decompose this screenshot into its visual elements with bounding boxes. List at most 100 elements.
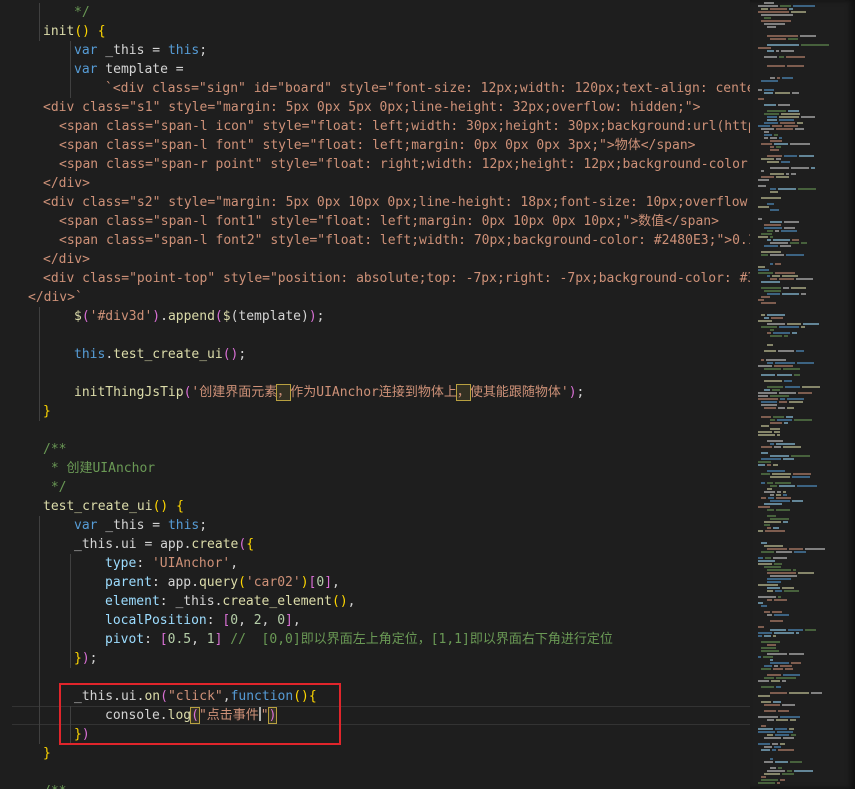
minimap-line <box>794 419 812 421</box>
code-line[interactable]: <div class="point-top" style="position: … <box>43 269 750 288</box>
minimap-line <box>775 590 782 592</box>
code-line[interactable]: </div> <box>43 174 90 193</box>
code-token: 'UIAnchor' <box>151 556 231 571</box>
code-token: ; <box>316 309 325 324</box>
code-line[interactable]: <span class="span-l font1" style="float:… <box>59 212 719 231</box>
minimap-line <box>776 719 788 721</box>
minimap-line <box>767 527 771 529</box>
code-token: initThingJsTip <box>74 385 184 400</box>
code-token: test_create_ui <box>113 347 223 362</box>
minimap-line <box>770 140 782 142</box>
minimap-line <box>761 197 781 199</box>
minimap-line <box>758 656 761 658</box>
code-line[interactable]: <span class="span-l font" style="float: … <box>59 136 695 155</box>
code-line[interactable]: `<div class="sign" id="board" style="fon… <box>105 79 750 98</box>
code-line[interactable]: } <box>43 402 51 421</box>
minimap-line <box>766 359 786 361</box>
minimap-line <box>764 290 781 292</box>
minimap-line <box>770 575 797 577</box>
minimap-line <box>784 380 792 382</box>
minimap-line <box>779 119 794 121</box>
minimap-line <box>767 674 781 676</box>
code-line[interactable]: var template = <box>74 60 184 79</box>
code-line[interactable]: * 创建UIAnchor <box>43 459 155 478</box>
code-line[interactable]: var _this = this; <box>74 41 207 60</box>
minimap-line <box>770 395 789 397</box>
code-line[interactable]: element: _this.create_element(), <box>105 592 355 611</box>
code-line[interactable]: </div> <box>43 250 90 269</box>
code-token: { <box>176 499 184 514</box>
minimap-line <box>758 557 763 559</box>
code-line[interactable]: $('#div3d').append($(template)); <box>74 307 325 326</box>
minimap-line <box>774 365 793 367</box>
minimap-line <box>767 509 774 511</box>
code-token: parent <box>105 575 152 590</box>
code-line[interactable]: } <box>43 744 51 763</box>
minimap-line <box>770 518 789 520</box>
minimap-line <box>770 173 784 175</box>
minimap-line <box>772 743 778 745</box>
code-token: ; <box>238 347 247 362</box>
code-line[interactable]: }); <box>74 649 97 668</box>
code-line[interactable]: initThingJsTip('创建界面元素，作为UIAnchor连接到物体上，… <box>74 383 584 402</box>
minimap-line <box>770 146 774 148</box>
code-line[interactable]: <span class="span-r point" style="float:… <box>59 155 750 174</box>
minimap-line <box>764 380 782 382</box>
minimap-line <box>767 293 780 295</box>
code-line[interactable]: /** <box>43 440 66 459</box>
minimap-line <box>758 206 769 208</box>
code-line[interactable]: <div class="s1" style="margin: 5px 0px 5… <box>43 98 700 117</box>
code-line[interactable]: _this.ui = app.create({ <box>74 535 254 554</box>
code-line[interactable]: <span class="span-l font2" style="float:… <box>59 231 750 250</box>
minimap-line <box>778 104 790 106</box>
code-line[interactable]: var _this = this; <box>74 516 207 535</box>
code-line[interactable]: pivot: [0.5, 1] // [0,0]即以界面左上角定位，[1,1]即… <box>105 630 613 649</box>
minimap-line <box>784 155 797 157</box>
minimap-line <box>780 743 785 745</box>
minimap-line <box>798 188 816 190</box>
minimap-line <box>767 482 773 484</box>
code-line[interactable]: */ <box>43 478 67 497</box>
code-editor[interactable]: */init() {var _this = this; var template … <box>0 0 750 789</box>
minimap-line <box>767 332 771 334</box>
minimap-line <box>770 221 782 223</box>
code-token: _this = <box>97 43 168 58</box>
code-token: <div class="s2" style="margin: 5px 0px 1… <box>43 195 750 210</box>
minimap-line <box>761 296 770 298</box>
code-token: 0.5 <box>167 632 192 647</box>
code-line[interactable]: localPosition: [0, 2, 0], <box>105 611 301 630</box>
minimap-line <box>758 560 775 562</box>
minimap-line <box>771 680 780 682</box>
code-line[interactable]: init() { <box>43 22 106 41</box>
minimap-line <box>761 254 768 256</box>
minimap-line <box>797 362 814 364</box>
minimap-line <box>764 245 778 247</box>
minimap-line <box>767 314 785 316</box>
minimap-line <box>781 113 800 115</box>
code-token: </div>` <box>28 290 83 305</box>
minimap[interactable] <box>750 0 855 789</box>
code-token: $ <box>222 309 231 324</box>
minimap-line <box>768 497 774 499</box>
minimap-line <box>776 677 796 679</box>
minimap-line <box>767 470 785 472</box>
code-line[interactable]: </div>` <box>28 288 83 307</box>
code-token: */ <box>43 480 67 495</box>
minimap-line <box>774 614 789 616</box>
code-line[interactable]: <span class="span-l icon" style="float: … <box>59 117 750 136</box>
minimap-line <box>761 251 781 253</box>
code-line[interactable]: this.test_create_ui(); <box>74 345 246 364</box>
code-line[interactable]: type: 'UIAnchor', <box>105 554 238 573</box>
code-line[interactable]: */ <box>74 3 90 22</box>
code-token: template = <box>97 62 184 77</box>
code-token: [ <box>159 632 168 647</box>
code-line[interactable]: parent: app.query('car02')[0], <box>105 573 340 592</box>
code-line[interactable]: test_create_ui() { <box>43 497 184 516</box>
code-line[interactable]: /** <box>43 782 66 789</box>
minimap-line <box>758 11 789 13</box>
minimap-line <box>791 662 801 664</box>
code-line[interactable]: <div class="s2" style="margin: 5px 0px 1… <box>43 193 750 212</box>
minimap-line <box>787 770 792 772</box>
code-token: ) <box>300 575 309 590</box>
